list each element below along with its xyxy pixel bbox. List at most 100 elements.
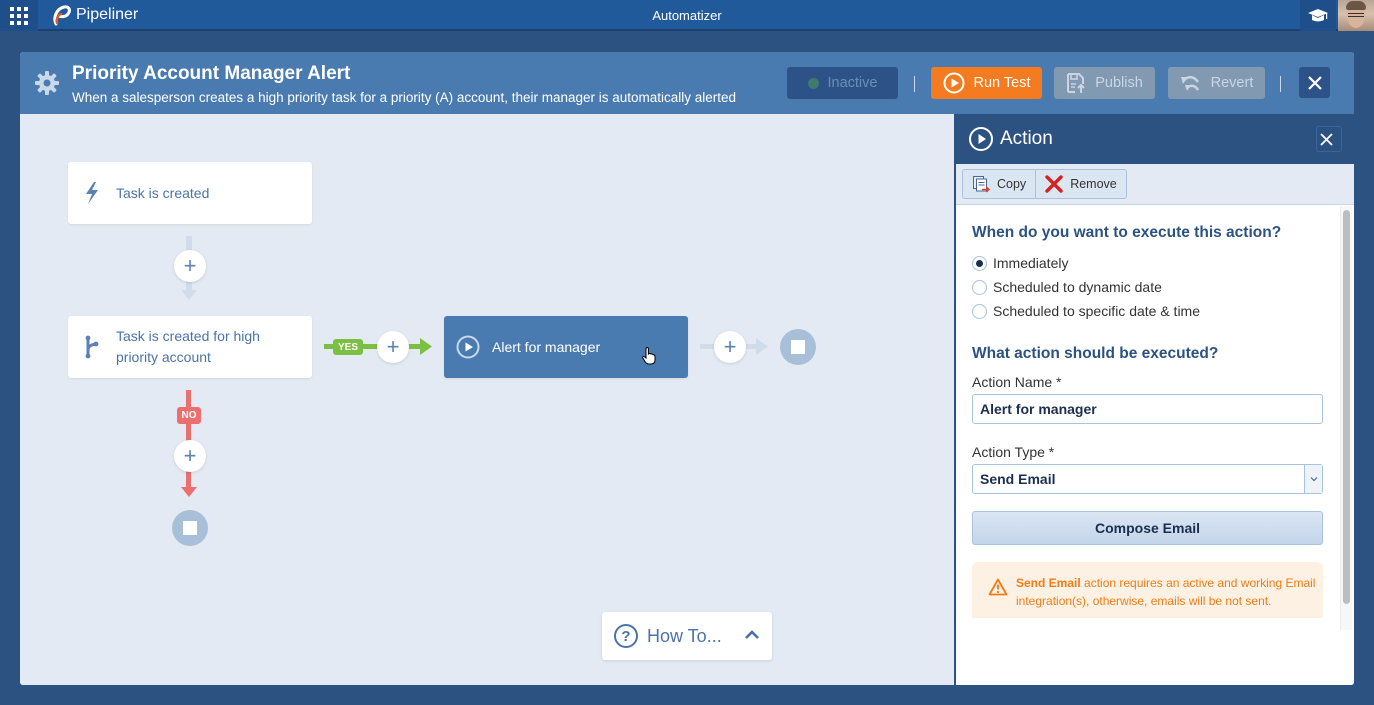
divider xyxy=(914,76,915,92)
arrow-down-icon xyxy=(181,487,197,497)
branch-icon xyxy=(68,335,116,359)
add-step-yes-button[interactable]: + xyxy=(377,331,409,363)
copy-icon xyxy=(973,176,990,193)
revert-button[interactable]: Revert xyxy=(1168,67,1265,99)
automation-window: Priority Account Manager Alert When a sa… xyxy=(20,52,1354,685)
radio-unchecked[interactable] xyxy=(972,303,987,319)
end-node xyxy=(172,510,208,546)
action-type-select[interactable]: Send Email xyxy=(972,464,1323,494)
option-label: Scheduled to dynamic date xyxy=(993,279,1162,295)
add-step-no-button[interactable]: + xyxy=(174,440,206,472)
condition-label: Task is created for high priority accoun… xyxy=(116,328,260,365)
arrow-down-icon xyxy=(181,290,197,300)
arrow-right-icon xyxy=(420,338,432,355)
play-circle-icon xyxy=(444,335,492,359)
graduation-cap-icon xyxy=(1308,8,1328,21)
publish-label: Publish xyxy=(1095,75,1143,91)
add-step-button[interactable]: + xyxy=(174,250,206,282)
chevron-up-icon xyxy=(745,630,759,639)
workflow-canvas[interactable]: Task is created + Task is created for hi… xyxy=(20,114,954,685)
radio-checked[interactable] xyxy=(972,255,987,271)
close-panel-button[interactable] xyxy=(1316,126,1342,152)
timing-option-specific-date[interactable]: Scheduled to specific date & time xyxy=(972,299,1324,323)
revert-label: Revert xyxy=(1210,75,1254,91)
plus-icon: + xyxy=(386,334,400,359)
remove-button[interactable]: Remove xyxy=(1035,170,1126,198)
scrollbar-thumb[interactable] xyxy=(1343,210,1350,604)
action-name-value: Alert for manager xyxy=(980,401,1097,417)
action-label: Alert for manager xyxy=(492,339,601,355)
plus-icon: + xyxy=(183,443,197,468)
workflow-header: Priority Account Manager Alert When a sa… xyxy=(20,52,1354,114)
help-icon: ? xyxy=(614,624,638,648)
action-name-input[interactable]: Alert for manager xyxy=(972,394,1323,424)
play-circle-icon xyxy=(969,127,993,151)
panel-form: When do you want to execute this action?… xyxy=(956,206,1340,630)
status-dot-icon xyxy=(807,77,819,89)
option-label: Scheduled to specific date & time xyxy=(993,303,1201,319)
hand-cursor-icon xyxy=(642,347,656,365)
action-type-label: Action Type * xyxy=(972,444,1055,460)
yes-badge: YES xyxy=(333,339,363,355)
compose-email-button[interactable]: Compose Email xyxy=(972,511,1323,545)
gear-icon[interactable] xyxy=(34,70,60,96)
timing-radio-group: Immediately Scheduled to dynamic date Sc… xyxy=(972,251,1324,323)
timing-option-immediately[interactable]: Immediately xyxy=(972,251,1324,275)
radio-unchecked[interactable] xyxy=(972,279,987,295)
warning-text: Send Email action requires an active and… xyxy=(1016,576,1316,608)
stop-icon xyxy=(791,340,805,354)
top-bar: Pipeliner Automatizer xyxy=(0,0,1374,31)
stop-icon xyxy=(183,521,197,535)
condition-node[interactable]: Task is created for high priority accoun… xyxy=(68,316,312,378)
integration-warning: Send Email action requires an active and… xyxy=(972,562,1323,618)
publish-icon xyxy=(1067,73,1085,93)
arrow-right-icon xyxy=(756,338,768,355)
end-node xyxy=(780,329,816,365)
action-name-label: Action Name * xyxy=(972,374,1062,390)
status-label: Inactive xyxy=(827,75,878,91)
app-title: Automatizer xyxy=(652,8,722,23)
panel-title: Action xyxy=(1000,128,1053,149)
divider xyxy=(1280,76,1281,92)
action-question: What action should be executed? xyxy=(972,345,1219,362)
timing-question: When do you want to execute this action? xyxy=(972,224,1282,241)
copy-label: Copy xyxy=(997,177,1027,191)
plus-icon: + xyxy=(723,334,737,359)
status-toggle-button[interactable]: Inactive xyxy=(787,67,898,99)
chevron-down-icon xyxy=(1310,477,1317,482)
dropdown-button[interactable] xyxy=(1304,465,1322,493)
action-type-value: Send Email xyxy=(980,471,1056,487)
timing-option-dynamic-date[interactable]: Scheduled to dynamic date xyxy=(972,275,1324,299)
academy-button[interactable] xyxy=(1300,0,1336,31)
add-step-button[interactable]: + xyxy=(714,331,746,363)
copy-button[interactable]: Copy xyxy=(963,170,1035,198)
remove-label: Remove xyxy=(1070,177,1117,191)
trigger-node[interactable]: Task is created xyxy=(68,162,312,224)
trigger-label: Task is created xyxy=(116,185,210,201)
close-window-button[interactable] xyxy=(1299,67,1330,98)
close-icon xyxy=(1319,132,1333,146)
action-panel: Action Copy Remove When do you want to e… xyxy=(954,114,1354,685)
run-test-button[interactable]: Run Test xyxy=(931,67,1042,99)
user-avatar[interactable] xyxy=(1338,0,1374,31)
warning-bold: Send Email xyxy=(1016,576,1081,590)
panel-scrollbar[interactable] xyxy=(1340,206,1352,630)
action-node[interactable]: Alert for manager xyxy=(444,316,688,378)
how-to-button[interactable]: ? How To... xyxy=(602,612,772,660)
lightning-icon xyxy=(68,182,116,204)
panel-toolbar: Copy Remove xyxy=(956,164,1354,205)
workflow-description: When a salesperson creates a high priori… xyxy=(72,90,737,105)
panel-header: Action xyxy=(956,114,1354,164)
plus-icon: + xyxy=(183,253,197,278)
option-label: Immediately xyxy=(993,255,1069,271)
revert-icon xyxy=(1180,76,1199,91)
warning-icon xyxy=(988,578,1008,596)
close-icon xyxy=(1307,75,1322,90)
how-to-label: How To... xyxy=(647,625,722,646)
remove-x-icon xyxy=(1045,175,1063,193)
run-test-label: Run Test xyxy=(973,75,1031,91)
publish-button[interactable]: Publish xyxy=(1054,67,1155,99)
no-badge: NO xyxy=(177,407,201,424)
workflow-title: Priority Account Manager Alert xyxy=(72,63,351,84)
play-circle-icon xyxy=(943,72,965,94)
